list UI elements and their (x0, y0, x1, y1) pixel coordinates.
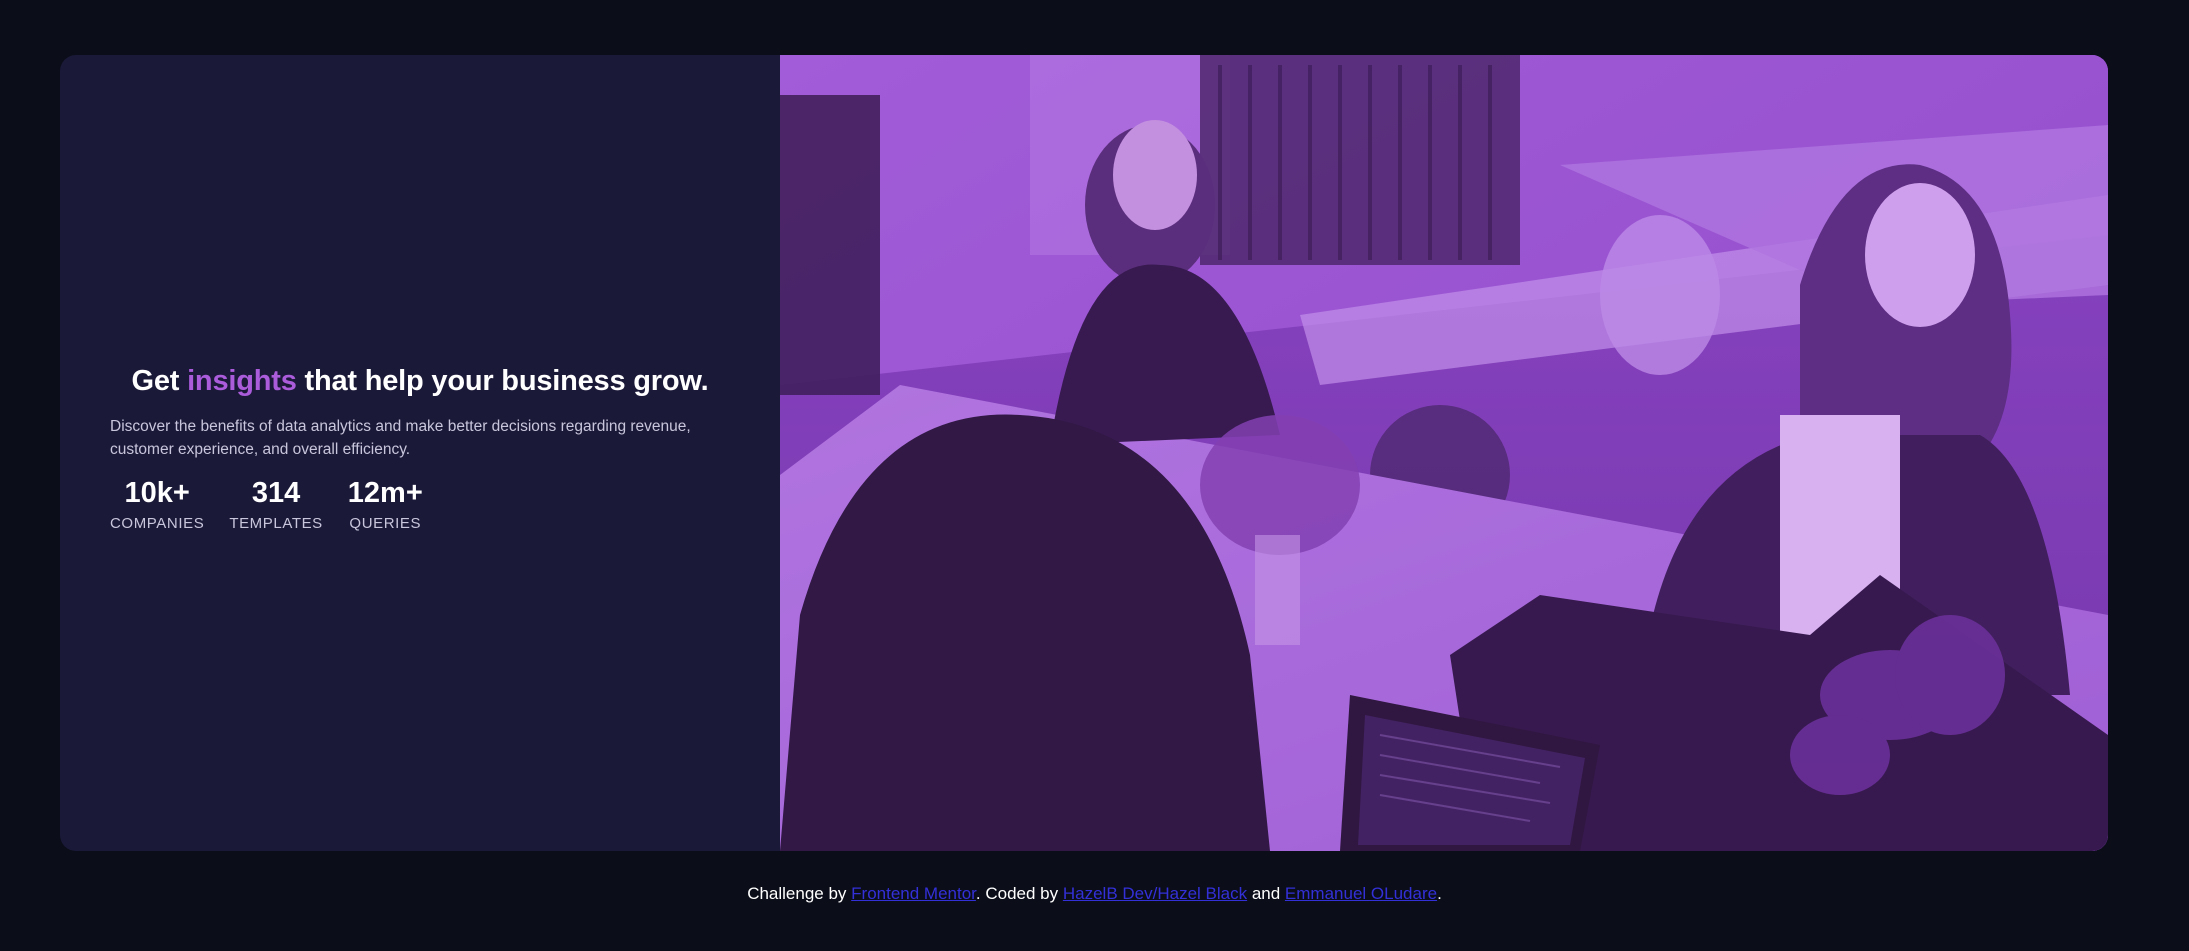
stat-label: COMPANIES (110, 515, 205, 532)
headline: Get insights that help your business gro… (60, 365, 780, 398)
stat-value: 12m+ (347, 477, 423, 509)
footer-and: and (1247, 884, 1285, 903)
footer-prefix: Challenge by (747, 884, 852, 903)
stat-value: 314 (251, 477, 301, 509)
headline-accent: insights (187, 365, 297, 397)
stat-queries: 12m+ QUERIES (348, 475, 423, 532)
stat-label: QUERIES (349, 515, 422, 532)
office-photo-illustration (780, 55, 2108, 851)
description: Discover the benefits of data analytics … (110, 418, 691, 458)
office-photo (780, 55, 2108, 851)
author-link-hazel[interactable]: HazelB Dev/Hazel Black (1063, 884, 1247, 903)
attribution-footer: Challenge by Frontend Mentor. Coded by H… (0, 884, 2189, 904)
footer-suffix: . (1437, 884, 1442, 903)
frontend-mentor-link[interactable]: Frontend Mentor (851, 884, 976, 903)
stats-row: 10k+ COMPANIES 314 TEMPLATES 12m+ QUERIE… (110, 475, 423, 532)
stat-companies: 10k+ COMPANIES (110, 475, 204, 532)
headline-start: Get (131, 365, 188, 397)
card-text-section: Get insights that help your business gro… (60, 55, 780, 851)
footer-mid: . Coded by (975, 884, 1063, 903)
preview-card: Get insights that help your business gro… (60, 55, 2108, 851)
author-link-emmanuel[interactable]: Emmanuel OLudare (1285, 884, 1437, 903)
stat-label: TEMPLATES (229, 515, 323, 532)
stat-value: 10k+ (124, 477, 190, 509)
stat-templates: 314 TEMPLATES (229, 475, 322, 532)
headline-end: that help your business grow. (296, 365, 709, 397)
